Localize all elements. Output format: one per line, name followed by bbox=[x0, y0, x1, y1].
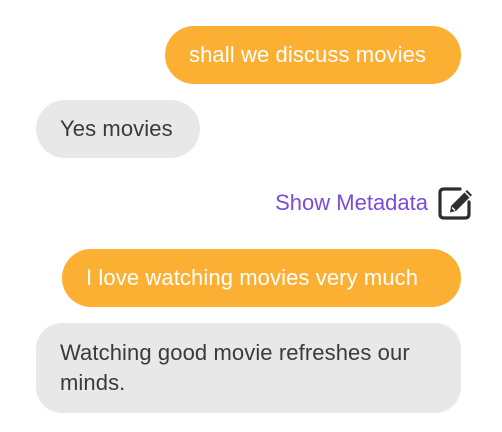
show-metadata-link[interactable]: Show Metadata bbox=[275, 190, 428, 216]
bot-message-bubble: Watching good movie refreshes our minds. bbox=[36, 323, 461, 413]
message-text: Watching good movie refreshes our minds. bbox=[60, 340, 410, 395]
message-text: I love watching movies very much bbox=[86, 265, 419, 290]
metadata-row: Show Metadata bbox=[275, 184, 476, 222]
edit-icon[interactable] bbox=[436, 184, 476, 222]
chat-transcript: shall we discuss movies Yes movies Show … bbox=[0, 0, 502, 432]
user-message-bubble: shall we discuss movies bbox=[165, 26, 461, 84]
message-text: Yes movies bbox=[60, 116, 173, 141]
user-message-bubble: I love watching movies very much bbox=[62, 249, 461, 307]
message-text: shall we discuss movies bbox=[189, 42, 427, 67]
bot-message-bubble: Yes movies bbox=[36, 100, 200, 158]
